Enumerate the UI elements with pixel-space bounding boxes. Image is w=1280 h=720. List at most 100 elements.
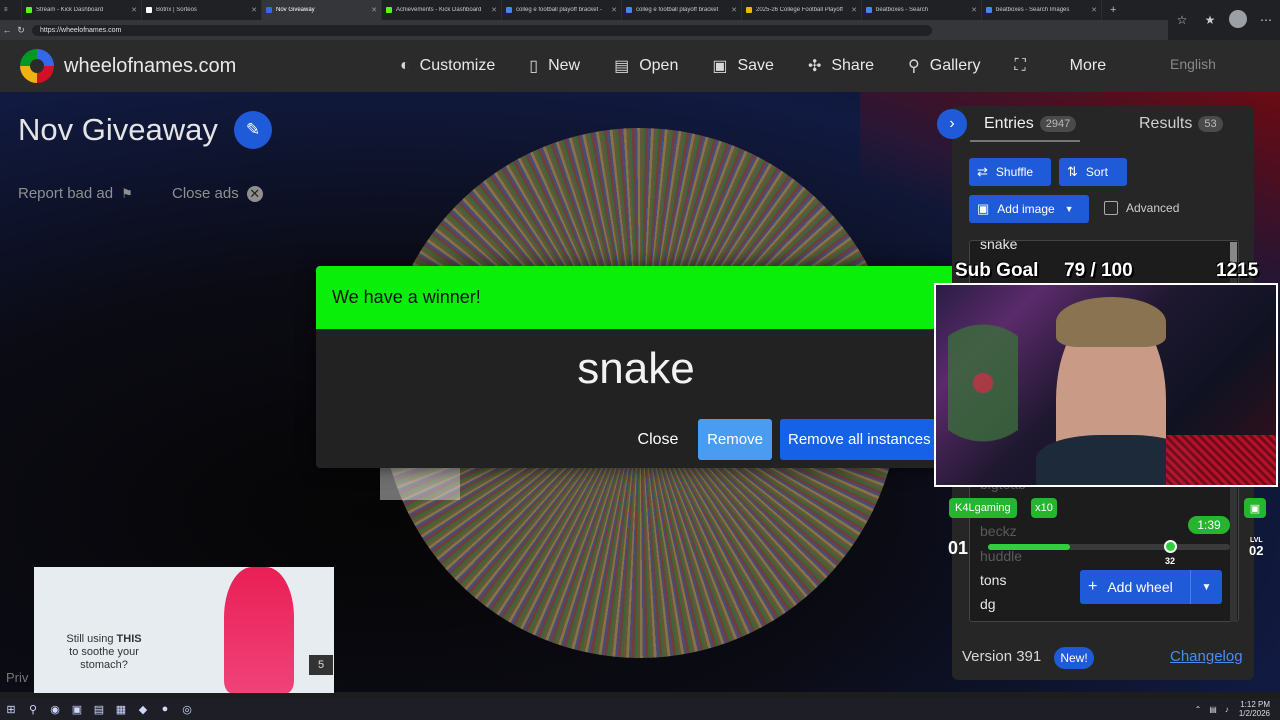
window-menu-icon[interactable]: ≡ [0, 0, 22, 20]
edit-title-button[interactable]: ✎ [234, 111, 272, 149]
reload-icon[interactable]: ↻ [14, 25, 28, 36]
tab-close-icon[interactable]: ✕ [251, 6, 257, 14]
tab-close-icon[interactable]: ✕ [851, 6, 857, 14]
volume-icon[interactable]: ♪ [1225, 705, 1229, 714]
tab-close-icon[interactable]: ✕ [731, 6, 737, 14]
tab-favicon-icon [746, 7, 752, 13]
advanced-checkbox[interactable]: Advanced [1104, 201, 1179, 215]
tray-up-icon[interactable]: ⌃ [1195, 705, 1202, 714]
language-selector[interactable]: English [1170, 56, 1216, 72]
app-icon[interactable]: ● [154, 703, 176, 715]
edge-icon[interactable]: ◉ [44, 703, 66, 716]
results-count-badge: 53 [1198, 116, 1223, 132]
tab-entries[interactable]: Entries 2947 [984, 115, 1077, 133]
tab-close-icon[interactable]: ✕ [611, 6, 617, 14]
streamer-hair-graphic [1056, 297, 1166, 347]
menu-item-save[interactable]: ▣ Save [712, 56, 774, 76]
browser-tab[interactable]: Botrix | Sorteos ✕ [142, 0, 262, 20]
browser-tab[interactable]: Stream - Kick Dashboard ✕ [22, 0, 142, 20]
browser-tab[interactable]: beatboxes - Search Images ✕ [982, 0, 1102, 20]
tab-close-icon[interactable]: ✕ [971, 6, 977, 14]
entries-scroll-thumb[interactable] [1230, 242, 1237, 262]
shuffle-button[interactable]: ⇄ Shuffle [969, 158, 1051, 186]
add-wheel-button[interactable]: + Add wheel ▼ [1080, 570, 1222, 604]
menu-item-share[interactable]: ✣ Share [808, 56, 874, 76]
winner-dialog-actions: Close Remove Remove all instances [316, 419, 956, 461]
browser-tab[interactable]: Nov Giveaway ✕ [262, 0, 382, 20]
browser-tab[interactable]: beatboxes - Search ✕ [862, 0, 982, 20]
profile-icon[interactable] [1224, 9, 1252, 31]
privacy-link[interactable]: Priv [6, 670, 28, 685]
tab-label: Achievements - Kick Dashboard [396, 7, 482, 13]
collapse-panel-button[interactable]: › [937, 109, 967, 139]
report-ad-label: Report bad ad [18, 185, 114, 202]
tab-entries-label: Entries [984, 115, 1034, 132]
tab-favicon-icon [986, 7, 992, 13]
menu-item-more[interactable]: More [1070, 57, 1106, 75]
tab-close-icon[interactable]: ✕ [1091, 6, 1097, 14]
palette-icon: ◐ [400, 57, 410, 74]
tab-favicon-icon [866, 7, 872, 13]
tab-close-icon[interactable]: ✕ [131, 6, 137, 14]
tab-close-icon[interactable]: ✕ [491, 6, 497, 14]
obs-icon[interactable]: ◎ [176, 703, 198, 716]
shuffle-label: Shuffle [995, 165, 1034, 179]
entry-line: beckz [980, 523, 1017, 539]
plus-icon: + [1088, 578, 1098, 595]
menu-item-open[interactable]: ▤ Open [614, 56, 678, 76]
wheel-logo-icon[interactable] [20, 49, 54, 83]
timer-badge: 1:39 [1188, 516, 1230, 534]
close-button[interactable]: Close [628, 419, 688, 461]
file-icon: ▯ [529, 58, 539, 75]
start-icon[interactable]: ⊞ [0, 703, 22, 716]
menu-item-label: Customize [419, 57, 496, 74]
new-tab-icon[interactable]: + [1102, 4, 1124, 16]
report-ad-link[interactable]: Report bad ad ⚑ [18, 185, 133, 202]
network-icon[interactable]: ▤ [1209, 705, 1217, 714]
clock[interactable]: 1:12 PM 1/2/2026 [1239, 700, 1270, 718]
star-icon[interactable]: ☆ [1168, 13, 1196, 27]
tab-favicon-icon [386, 7, 392, 13]
menu-item-customize[interactable]: ◐ Customize [400, 57, 495, 75]
entry-line: dg [980, 596, 996, 612]
sort-button[interactable]: ⇅ Sort [1059, 158, 1127, 186]
vscode-icon[interactable]: ◆ [132, 703, 154, 716]
video-ad[interactable]: Still using THIS to soothe your stomach? [34, 567, 334, 693]
menu-item-new[interactable]: ▯ New [529, 56, 580, 76]
file-explorer-icon[interactable]: ▣ [66, 703, 88, 716]
fullscreen-icon: ⛶ [1014, 57, 1026, 74]
browser-tab[interactable]: colleg e football playoff bracket ✕ [622, 0, 742, 20]
search-icon: ⚲ [908, 58, 920, 75]
active-tab-indicator [970, 140, 1080, 142]
tab-results[interactable]: Results 53 [1139, 115, 1223, 133]
tab-favicon-icon [26, 7, 32, 13]
search-icon[interactable]: ⚲ [22, 703, 44, 716]
favorites-icon[interactable]: ★ [1196, 13, 1224, 27]
remove-button[interactable]: Remove [698, 419, 772, 460]
changelog-link[interactable]: Changelog [1170, 648, 1243, 665]
menu-item-gallery[interactable]: ⚲ Gallery [908, 56, 980, 76]
bus-icon: ▣ [1244, 498, 1266, 518]
caret-down-icon[interactable]: ▼ [1190, 570, 1222, 604]
tab-close-icon[interactable]: ✕ [371, 6, 377, 14]
entry-line: snake [980, 236, 1018, 252]
notepad-icon[interactable]: ▤ [88, 703, 110, 716]
clock-time: 1:12 PM [1240, 700, 1270, 709]
browser-tab[interactable]: colleg e football playoff bracket - ✕ [502, 0, 622, 20]
close-ads-link[interactable]: Close ads ✕ [172, 185, 263, 202]
word-icon[interactable]: ▦ [110, 703, 132, 716]
back-icon[interactable]: ← [0, 25, 14, 35]
url-field[interactable]: https://wheelofnames.com [32, 24, 932, 36]
tab-label: Stream - Kick Dashboard [36, 7, 104, 13]
floppy-icon: ▣ [712, 58, 728, 75]
browser-tab[interactable]: 2025-26 College Football Playoff ✕ [742, 0, 862, 20]
browser-tab[interactable]: Achievements - Kick Dashboard ✕ [382, 0, 502, 20]
more-options-icon[interactable]: ⋯ [1252, 13, 1280, 27]
add-image-button[interactable]: ▣ Add image ▼ [969, 195, 1089, 223]
remove-all-instances-button[interactable]: Remove all instances [780, 419, 956, 460]
menu-item-fullscreen[interactable]: ⛶ [1014, 57, 1035, 75]
new-badge: New! [1054, 647, 1094, 669]
menu-item-label: Open [639, 57, 679, 74]
site-name[interactable]: wheelofnames.com [64, 55, 236, 78]
tab-label: colleg e football playoff bracket [636, 7, 719, 13]
